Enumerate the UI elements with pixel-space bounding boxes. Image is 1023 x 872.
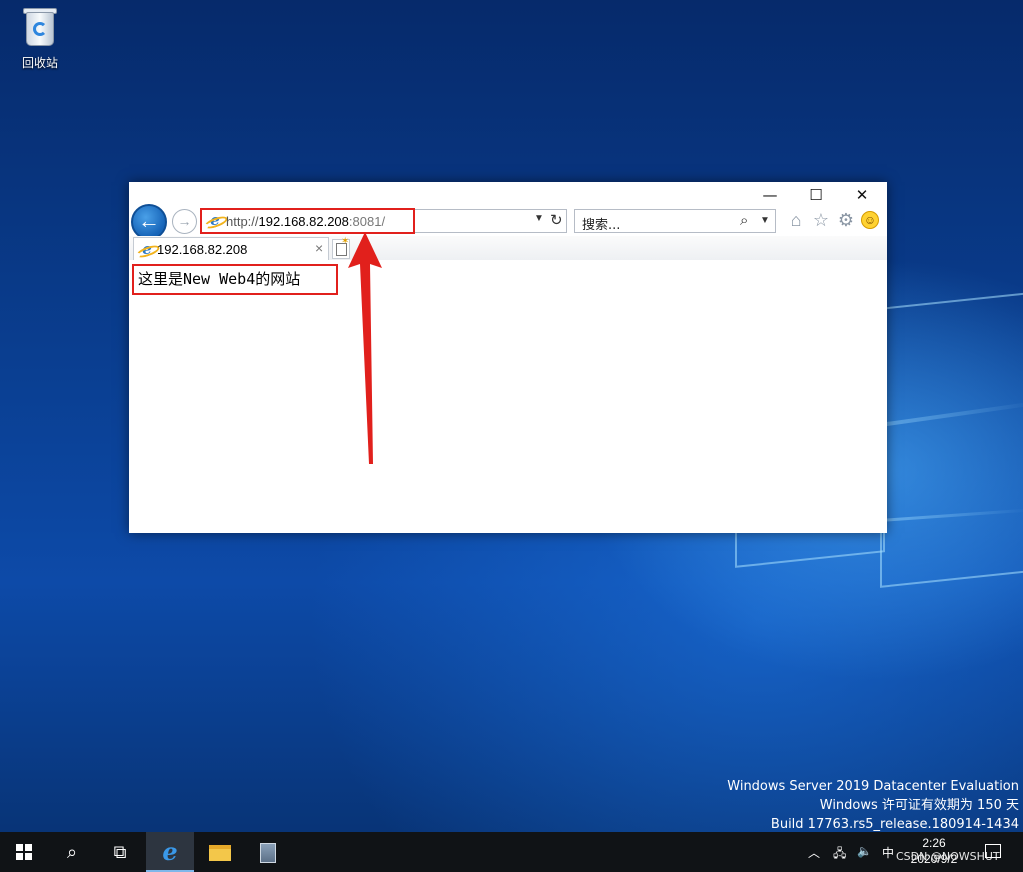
page-content: 这里是New Web4的网站 [129,260,887,533]
tab-active[interactable]: e 192.168.82.208 × [133,237,329,260]
annotation-box-page-text [132,264,338,295]
minimize-button[interactable]: — [747,184,793,208]
tab-title: 192.168.82.208 [157,242,248,257]
internet-explorer-taskbar-icon[interactable]: e [146,832,194,872]
taskbar: ⌕ ⧉ e ︿ 🖧 🔈 中 2:26 2020/9/2 CSDN @NOWSHU… [0,832,1023,872]
wallpaper-window-pane [880,292,1023,588]
show-hidden-icons-icon[interactable]: ︿ [808,844,820,861]
action-center-icon[interactable] [985,844,1001,858]
watermark-line2: Windows 许可证有效期为 150 天 [819,798,1019,813]
recycle-bin-icon [22,6,58,48]
watermark-line3: Build 17763.rs5_release.180914-1434 [770,817,1019,832]
desktop-background: 回收站 — ☐ ✕ ← → e http://192.168.82.208:80… [0,0,1023,832]
recycle-bin-label: 回收站 [21,56,58,70]
windows-logo-icon [16,844,32,860]
favorites-star-icon[interactable]: ☆ [810,209,832,231]
settings-gear-icon[interactable]: ⚙ [835,209,857,231]
search-icon[interactable]: ⌕ [740,212,748,229]
address-dropdown-icon[interactable]: ▼ [534,213,544,224]
input-method-indicator[interactable]: 中 [882,844,894,861]
task-view-icon[interactable]: ⧉ [96,832,144,872]
tab-close-icon[interactable]: × [315,240,323,256]
back-arrow-icon: ← [138,208,160,233]
refresh-icon[interactable]: ↻ [550,211,563,229]
annotation-arrow [348,232,382,464]
forward-button[interactable]: → [172,209,197,234]
forward-arrow-icon: → [177,213,192,229]
home-icon[interactable]: ⌂ [785,209,807,231]
start-button[interactable] [0,832,48,872]
tab-favicon-icon: e [139,242,155,258]
close-button[interactable]: ✕ [839,184,885,208]
maximize-button[interactable]: ☐ [793,184,839,208]
tab-strip: e 192.168.82.208 × [129,236,887,260]
file-explorer-taskbar-icon[interactable] [196,832,244,872]
recycle-bin-shortcut[interactable]: 回收站 [12,6,68,71]
title-bar[interactable]: — ☐ ✕ [129,182,887,208]
clock-time: 2:26 [922,836,946,850]
search-input[interactable]: 搜索... [582,214,620,233]
network-icon[interactable]: 🖧 [833,844,846,865]
server-manager-taskbar-icon[interactable] [244,832,292,872]
search-box[interactable]: 搜索... ⌕ ▼ [574,209,776,233]
watermark-line1: Windows Server 2019 Datacenter Evaluatio… [727,779,1019,794]
back-button[interactable]: ← [131,204,167,240]
feedback-smiley-icon[interactable]: ☺ [861,211,879,229]
volume-muted-icon[interactable]: 🔈 [857,844,872,858]
activation-watermark: Windows Server 2019 Datacenter Evaluatio… [727,777,1019,832]
ie-browser-window: — ☐ ✕ ← → e http://192.168.82.208:8081/ … [129,182,887,533]
search-taskbar-icon[interactable]: ⌕ [48,832,96,872]
search-dropdown-icon[interactable]: ▼ [760,215,770,226]
